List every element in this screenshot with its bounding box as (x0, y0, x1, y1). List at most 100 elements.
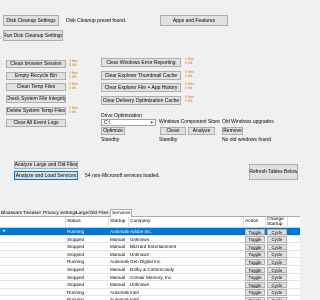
left-action-button[interactable]: Check System File Integrity (6, 95, 66, 103)
startup-cell: Manual (110, 236, 126, 242)
company-cell: Gen Digital Inc. (130, 259, 162, 265)
mid-action-note: 0 files 0 KB (185, 70, 194, 78)
toggle-button[interactable]: Toggle (245, 243, 265, 251)
cycle-button[interactable]: Cycle (267, 258, 287, 266)
toggle-button[interactable]: Toggle (245, 236, 265, 243)
company-cell: Unknown (130, 251, 150, 257)
cycle-button[interactable]: Cycle (267, 251, 287, 258)
mid-action-note: 0 files 0 KB (185, 82, 194, 90)
cycle-button[interactable]: Cycle (267, 281, 287, 289)
startup-cell: Automatic (110, 229, 129, 234)
component-store-clean-button[interactable]: Clean (160, 127, 186, 135)
company-cell: Adobe Inc. (130, 229, 152, 234)
status-cell: Stopped (67, 244, 85, 250)
table-row[interactable]: Running AutomaticIntel ToggleCycle (0, 289, 300, 297)
left-action-note: 0 files 0 KB (69, 82, 78, 90)
startup-cell: Manual (110, 267, 126, 272)
left-action-button[interactable]: Clean Temp Files (6, 83, 66, 91)
row-pointer-icon: ▸ (3, 228, 6, 234)
startup-cell: Manual (110, 274, 126, 280)
cycle-button[interactable]: Cycle (267, 274, 287, 281)
cycle-button[interactable]: Cycle (267, 236, 287, 243)
column-header[interactable]: Status (66, 217, 109, 228)
table-row[interactable]: Stopped Manual Unknown Toggle Cycle (0, 281, 300, 289)
table-row[interactable]: Stopped Manual Unknown Toggle Cycle (0, 251, 300, 259)
tab-privacy-settings[interactable]: Privacy Settings (42, 210, 78, 217)
services-loaded-status: 54 non-Microsoft services loaded. (85, 173, 160, 179)
status-cell: Stopped (67, 282, 85, 288)
status-cell: Stopped (67, 236, 85, 242)
mid-action-button[interactable]: Clear Explorer Thumbnail Cache (101, 71, 181, 80)
apps-and-features-button[interactable]: Apps and Features (160, 15, 228, 26)
startup-cell: Automatic (110, 297, 129, 300)
tab-bar: Bloatware Tweaker Privacy Settings Large/Ol… (0, 209, 300, 217)
remove-upgrades-button[interactable]: Remove (222, 127, 243, 135)
services-table: Status Startup Company Action Change Startup… (0, 217, 300, 300)
column-header[interactable]: Action (244, 217, 266, 228)
table-row[interactable]: Stopped Manual Dolby & CottonCandy Toggle Cy… (0, 266, 300, 274)
toggle-button[interactable]: Toggle (245, 289, 265, 296)
old-upgrades-status: No old windows found (222, 137, 271, 143)
drive-select[interactable]: C:\ ▾ (101, 119, 156, 126)
tab-large-old-files[interactable]: Large/Old Files (75, 210, 110, 217)
optimize-button[interactable]: Optimize (101, 127, 125, 135)
tab-services[interactable]: Services (110, 209, 133, 217)
analyze-load-services-button[interactable]: Analyze and Load Services (14, 171, 78, 180)
cycle-button[interactable]: Cycle (267, 266, 287, 273)
column-header[interactable]: Change Startup (266, 217, 288, 228)
cycle-button[interactable]: Cycle (267, 243, 287, 251)
left-action-button[interactable]: Delete System Temp Files (6, 107, 66, 115)
mid-action-button[interactable]: Clear Explorer File + App History (101, 83, 181, 92)
table-row[interactable]: Running Automatic Gen Digital Inc. Toggle Cy… (0, 258, 300, 266)
mid-action-note: 0 files 0 KB (185, 95, 194, 103)
left-action-note: 0 files 0 KB (69, 59, 78, 67)
column-header[interactable]: Company (129, 217, 244, 228)
toggle-button[interactable]: Toggle (245, 266, 265, 273)
startup-cell: Manual (110, 282, 126, 288)
toggle-button[interactable]: Toggle (245, 251, 265, 258)
status-cell: Running (67, 297, 85, 300)
startup-cell: Manual (110, 244, 126, 250)
tab-tweaker[interactable]: Tweaker (22, 210, 42, 217)
company-cell: Intel (130, 297, 139, 300)
toggle-button[interactable]: Toggle (245, 274, 265, 281)
table-row[interactable]: ▸ Running Automatic Adobe Inc. Toggle Cycle (0, 228, 300, 236)
left-action-button[interactable]: Clean browser Session (6, 60, 66, 68)
toggle-button[interactable]: Toggle (245, 258, 265, 266)
left-action-button[interactable]: Clear All Event Logs (6, 119, 66, 127)
company-cell: Blizzard Entertainment (130, 244, 177, 250)
component-store-label: Windows Component Store (159, 119, 220, 125)
old-upgrades-label: Old Windows upgrades (222, 119, 274, 125)
status-cell: Running (67, 289, 85, 295)
column-header[interactable]: Startup (109, 217, 129, 228)
table-row[interactable]: RunningAutomaticIntelToggleCycle (0, 296, 300, 300)
drive-optimization-status: Standby (101, 137, 120, 143)
disk-cleanup-settings-button[interactable]: Disk Cleanup Settings (3, 15, 59, 26)
toggle-button[interactable]: Toggle (245, 281, 265, 289)
refresh-tables-button[interactable]: Refresh Tables Below (249, 164, 298, 180)
left-action-note: 0 files 0 KB (69, 106, 78, 114)
company-cell: Corsair Memory, Inc. (130, 274, 173, 280)
tab-bloatware[interactable]: Bloatware (0, 210, 23, 217)
cycle-button[interactable]: Cycle (267, 289, 287, 296)
toggle-button[interactable]: Toggle (245, 228, 265, 235)
analyze-large-old-button[interactable]: Analyze Large and Old Files (14, 161, 78, 169)
left-action-button[interactable]: Empty Recycle Bin (6, 72, 66, 80)
mid-action-button[interactable]: Clear Delivery Optimization Cache (101, 96, 181, 105)
table-row[interactable]: Stopped Manual Unknown Toggle Cycle (0, 236, 300, 244)
table-row[interactable]: Stopped Manual Corsair Memory, Inc. Toggle C… (0, 274, 300, 282)
left-action-note: 0 files 0 KB (69, 71, 78, 79)
component-store-analyze-button[interactable]: Analyze (188, 127, 215, 135)
run-disk-cleanup-button[interactable]: Run Disk Cleanup Settings (3, 30, 63, 41)
mid-action-button[interactable]: Clear Windows Error Reporting (101, 58, 181, 67)
drive-select-value: C:\ (104, 119, 111, 126)
header-blank (0, 217, 66, 228)
table-header: Status Startup Company Action Change Startup (0, 217, 300, 228)
cycle-button[interactable]: Cycle (267, 228, 287, 235)
status-cell: Stopped (67, 267, 85, 272)
chevron-down-icon: ▾ (150, 120, 153, 126)
component-store-status: Standby (159, 137, 178, 143)
mid-action-note: 0 files 0 KB (185, 57, 194, 65)
table-row[interactable]: Stopped Manual Blizzard Entertainment Toggl… (0, 243, 300, 251)
company-cell: Intel (130, 289, 139, 295)
